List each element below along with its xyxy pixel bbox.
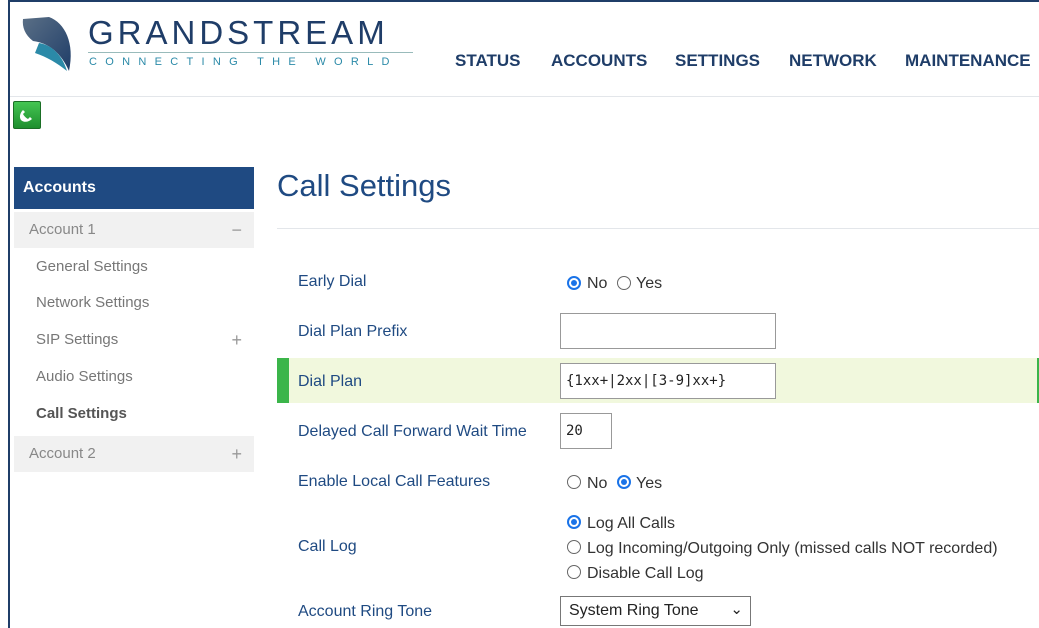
early-dial-label: Early Dial: [298, 273, 367, 290]
local-call-features-no-radio[interactable]: [567, 475, 581, 489]
call-log-in-out-label: Log Incoming/Outgoing Only (missed calls…: [587, 540, 998, 557]
delayed-forward-label: Delayed Call Forward Wait Time: [298, 423, 527, 440]
sidebar-account-2-label: Account 2: [29, 445, 96, 462]
call-log-disable-label: Disable Call Log: [587, 565, 704, 582]
sidebar-item-call-settings[interactable]: Call Settings: [14, 396, 254, 432]
window-frame-top: [8, 0, 1039, 2]
local-call-features-no-label: No: [587, 475, 608, 492]
sidebar-account-2[interactable]: Account 2 +: [14, 436, 254, 472]
brand-divider: [88, 52, 413, 53]
page-title: Call Settings: [277, 168, 452, 203]
header-divider: [10, 96, 1039, 97]
sidebar-account-1-label: Account 1: [29, 221, 96, 238]
sidebar-header: Accounts: [14, 167, 254, 209]
nav-network[interactable]: NETWORK: [789, 51, 877, 71]
title-divider: [277, 228, 1039, 229]
sidebar-item-network-settings[interactable]: Network Settings: [14, 285, 254, 321]
sidebar-item-label: SIP Settings: [36, 331, 119, 348]
dial-plan-label: Dial Plan: [298, 373, 363, 390]
grandstream-logo-icon: [22, 17, 71, 71]
local-call-features-label: Enable Local Call Features: [298, 473, 491, 490]
local-call-features-yes-label: Yes: [636, 475, 663, 492]
plus-icon[interactable]: +: [231, 436, 242, 472]
nav-accounts[interactable]: ACCOUNTS: [551, 51, 647, 71]
sidebar-account-1[interactable]: Account 1 −: [14, 212, 254, 248]
call-log-in-out-radio[interactable]: [567, 540, 581, 554]
nav-settings[interactable]: SETTINGS: [675, 51, 760, 71]
window-frame-left: [8, 0, 10, 628]
sidebar-item-audio-settings[interactable]: Audio Settings: [14, 359, 254, 395]
delayed-forward-input[interactable]: 20: [560, 413, 612, 449]
chevron-down-icon: ⌄: [730, 601, 743, 618]
call-log-all-radio[interactable]: [567, 515, 581, 529]
brand-name: GRANDSTREAM: [88, 14, 389, 51]
nav-maintenance[interactable]: MAINTENANCE: [905, 51, 1031, 71]
early-dial-yes-label: Yes: [636, 275, 663, 292]
dial-plan-input[interactable]: {1xx+|2xx|[3-9]xx+}: [560, 363, 776, 399]
sidebar-item-sip-settings[interactable]: SIP Settings +: [14, 322, 254, 358]
call-log-all-label: Log All Calls: [587, 515, 676, 532]
ring-tone-select[interactable]: System Ring Tone ⌄: [560, 596, 751, 626]
nav-status[interactable]: STATUS: [455, 51, 520, 71]
highlight-bar: [277, 358, 289, 403]
early-dial-no-radio[interactable]: [567, 276, 581, 290]
sidebar-item-general-settings[interactable]: General Settings: [14, 249, 254, 285]
early-dial-no-label: No: [587, 275, 608, 292]
ring-tone-label: Account Ring Tone: [298, 603, 433, 620]
call-log-label: Call Log: [298, 538, 357, 555]
phone-glyph: [19, 110, 32, 122]
dial-plan-prefix-label: Dial Plan Prefix: [298, 323, 408, 340]
phone-icon[interactable]: [13, 101, 41, 129]
dial-plan-prefix-input[interactable]: [560, 313, 776, 349]
local-call-features-yes-radio[interactable]: [617, 475, 631, 489]
early-dial-yes-radio[interactable]: [617, 276, 631, 290]
minus-icon[interactable]: −: [231, 212, 242, 248]
plus-icon[interactable]: +: [231, 322, 242, 358]
ring-tone-value: System Ring Tone: [569, 602, 699, 619]
call-log-disable-radio[interactable]: [567, 565, 581, 579]
brand-tagline: CONNECTING THE WORLD: [89, 56, 398, 68]
